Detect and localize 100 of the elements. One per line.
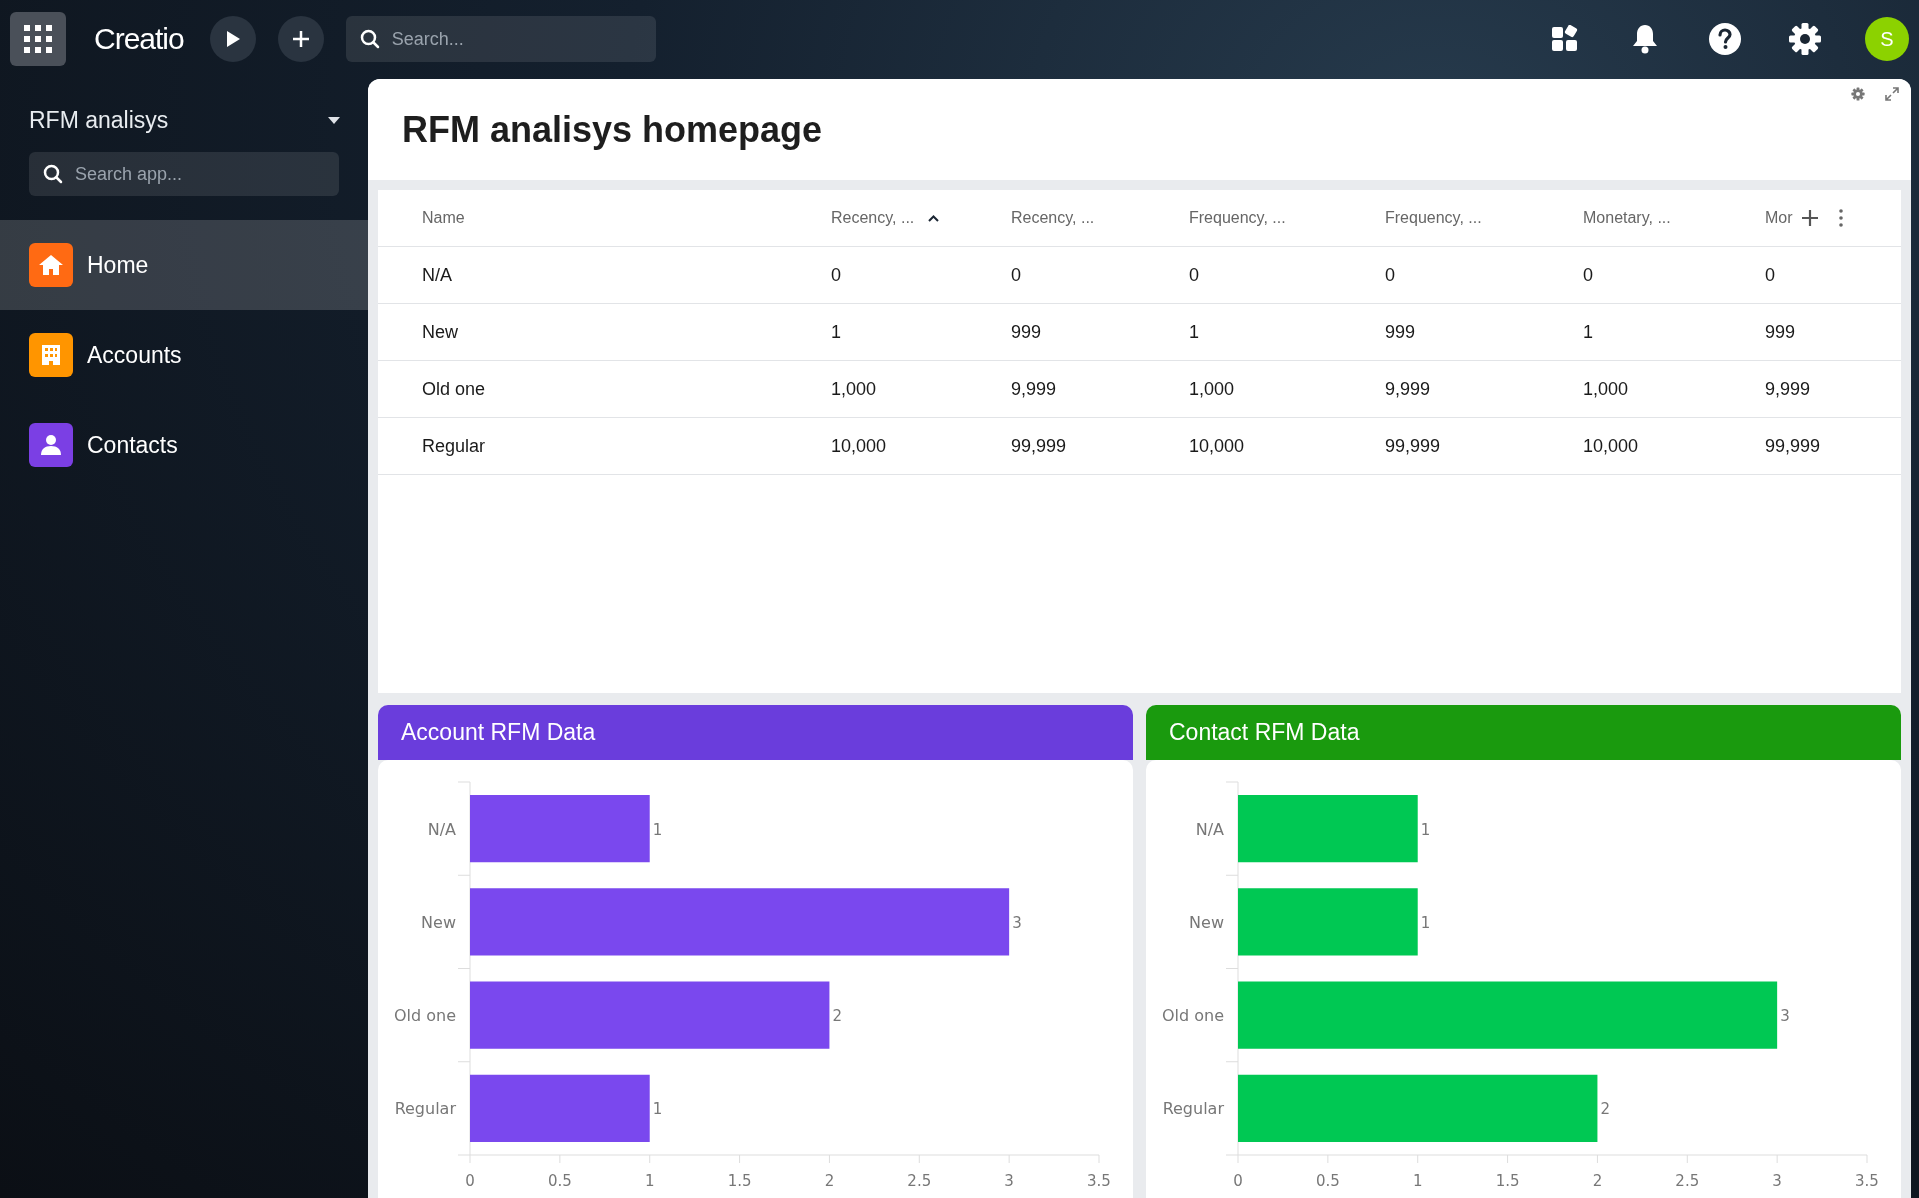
table-cell: 1,000 [1189, 378, 1235, 399]
table-cell: N/A [422, 264, 452, 285]
widget-title: Contact RFM Data [1169, 719, 1360, 746]
value-label: 3 [1012, 913, 1022, 932]
table-cell: 10,000 [1189, 435, 1245, 456]
axis-tick-label: 2.5 [1675, 1172, 1700, 1190]
table-cell: 0 [1385, 264, 1395, 285]
table-cell: 0 [1189, 264, 1199, 285]
sort-ascending-icon [928, 214, 940, 222]
expand-icon[interactable] [1885, 87, 1899, 101]
table-cell: 1,000 [831, 378, 877, 399]
nav-item[interactable]: Accounts [0, 310, 368, 400]
table-cell: 99,999 [1765, 435, 1821, 456]
table-cell: 9,999 [1765, 378, 1811, 399]
value-label: 2 [832, 1007, 842, 1026]
value-label: 3 [1780, 1007, 1790, 1026]
run-button[interactable] [209, 16, 256, 62]
value-label: 2 [1600, 1100, 1610, 1119]
value-label: 1 [652, 1100, 663, 1119]
axis-tick-label: 1.5 [727, 1172, 752, 1190]
nav-item[interactable]: Home [0, 220, 368, 310]
column-header[interactable]: Recency, ... [831, 209, 1011, 227]
axis-tick-label: 0 [1233, 1172, 1243, 1190]
table-cell: 1 [831, 321, 841, 342]
axis-tick-label: 3.5 [1087, 1172, 1111, 1190]
axis-tick-label: 3 [1772, 1172, 1782, 1190]
table-cell: 10,000 [1583, 435, 1639, 456]
table-cell: 0 [1011, 264, 1021, 285]
app-launcher-button[interactable] [10, 12, 66, 66]
table-cell: 99,999 [1011, 435, 1067, 456]
category-label: Regular [394, 1099, 456, 1119]
nav-label: Accounts [87, 341, 182, 369]
value-label: 1 [1420, 913, 1431, 932]
table-cell: 1 [1583, 321, 1593, 342]
table-cell: 0 [831, 264, 841, 285]
column-header[interactable]: Frequency, ... [1385, 209, 1583, 227]
category-label: New [1189, 912, 1224, 932]
table-cell: Regular [422, 435, 486, 456]
axis-tick-label: 3 [1004, 1172, 1014, 1190]
category-label: Regular [1162, 1099, 1224, 1119]
axis-tick-label: 2 [1592, 1172, 1603, 1190]
table-cell: 1,000 [1583, 378, 1629, 399]
table-cell: 9,999 [1011, 378, 1057, 399]
axis-tick-label: 1.5 [1495, 1172, 1520, 1190]
app-title: RFM analisys [29, 106, 169, 134]
category-label: New [421, 912, 456, 932]
table-cell: New [422, 321, 458, 342]
plus-icon [290, 29, 311, 49]
axis-tick-label: 3.5 [1855, 1172, 1879, 1190]
category-label: Old one [1161, 1006, 1224, 1026]
apps-icon [1551, 25, 1579, 53]
category-label: Old one [393, 1006, 456, 1026]
house-icon [38, 253, 64, 277]
more-options-button[interactable] [1838, 209, 1843, 227]
nav-label: Contacts [87, 431, 178, 459]
widget-title: Account RFM Data [401, 719, 596, 746]
axis-tick-label: 1 [1412, 1172, 1423, 1190]
column-header[interactable]: Monetary, ... [1583, 209, 1765, 227]
column-header[interactable]: Name [422, 209, 831, 227]
table-cell: 10,000 [831, 435, 887, 456]
table-cell: 999 [1385, 321, 1416, 342]
value-label: 1 [652, 820, 663, 839]
add-button[interactable] [277, 16, 324, 62]
table-cell: 1 [1189, 321, 1199, 342]
search-icon [359, 29, 380, 49]
gear-icon [1788, 22, 1822, 56]
person-icon [40, 433, 62, 457]
value-label: 1 [1420, 820, 1431, 839]
category-label: N/A [1195, 819, 1224, 839]
bell-icon [1631, 23, 1659, 55]
column-header[interactable]: Frequency, ... [1189, 209, 1385, 227]
table-cell: 999 [1011, 321, 1042, 342]
help-icon [1708, 22, 1742, 56]
nav-item[interactable]: Contacts [0, 400, 368, 490]
table-cell: 99,999 [1385, 435, 1441, 456]
dropdown-caret-icon[interactable] [328, 116, 340, 124]
grid-icon [23, 24, 53, 54]
column-header[interactable]: Recency, ... [1011, 209, 1189, 227]
gear-icon[interactable] [1851, 87, 1865, 101]
page-title: RFM analisys homepage [402, 108, 823, 151]
axis-tick-label: 0.5 [1315, 1172, 1340, 1190]
table-cell: 999 [1765, 321, 1796, 342]
column-header[interactable]: Mor [1765, 209, 1793, 227]
axis-tick-label: 0 [465, 1172, 475, 1190]
plus-icon [1800, 209, 1819, 227]
axis-tick-label: 0.5 [547, 1172, 572, 1190]
axis-tick-label: 2.5 [907, 1172, 932, 1190]
axis-tick-label: 2 [824, 1172, 835, 1190]
logo: Creatio [94, 22, 184, 56]
axis-tick-label: 1 [644, 1172, 655, 1190]
search-icon [43, 164, 63, 184]
table-cell: 0 [1765, 264, 1775, 285]
table-cell: Old one [422, 378, 486, 399]
category-label: N/A [427, 819, 456, 839]
nav-label: Home [87, 251, 149, 279]
more-icon [1838, 209, 1843, 227]
add-column-button[interactable] [1800, 209, 1819, 227]
table-cell: 0 [1583, 264, 1593, 285]
building-icon [40, 343, 62, 367]
table-cell: 9,999 [1385, 378, 1431, 399]
